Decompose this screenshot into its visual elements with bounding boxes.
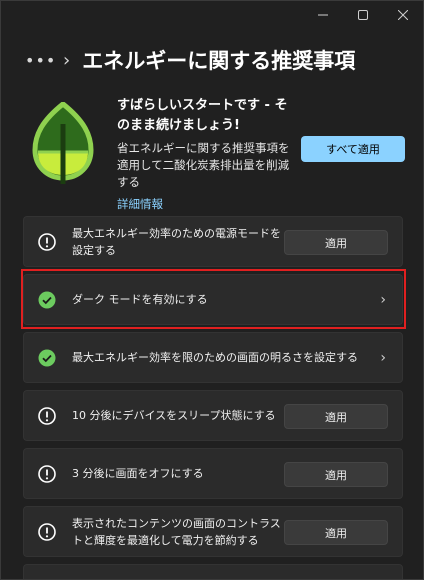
title-bar xyxy=(303,1,423,29)
minimize-icon xyxy=(318,14,328,16)
apply-all-button[interactable]: すべて適用 xyxy=(301,136,405,162)
apply-button[interactable]: 適用 xyxy=(284,520,388,545)
more-options-button[interactable]: ••• xyxy=(25,51,55,70)
apply-button[interactable]: 適用 xyxy=(284,230,388,255)
close-button[interactable] xyxy=(383,1,423,29)
breadcrumb-chevron-icon: › xyxy=(63,49,71,71)
info-icon xyxy=(38,465,56,483)
page-title: エネルギーに関する推奨事項 xyxy=(82,49,356,73)
maximize-icon xyxy=(358,10,368,20)
recommendation-sleep: 10 分後にデバイスをスリープ状態にする 適用 xyxy=(23,390,403,441)
recommendation-screen-brightness[interactable]: 最大エネルギー効率を限のための画面の明るさを設定する › xyxy=(23,332,403,383)
recommendation-power-mode: 最大エネルギー効率のための電源モードを設定する 適用 xyxy=(23,216,403,267)
recommendation-screen-off: 3 分後に画面をオフにする 適用 xyxy=(23,448,403,499)
hero-section: すばらしいスタートです - そのまま続けましょう! 省エネルギーに関する推奨事項… xyxy=(23,96,405,211)
energy-recommendations-window: ••• › エネルギーに関する推奨事項 すばらしいスタートです - そのまま続け… xyxy=(0,0,424,580)
recommendation-partial xyxy=(23,564,403,579)
selection-highlight xyxy=(21,269,406,329)
breadcrumb: ••• › エネルギーに関する推奨事項 xyxy=(25,45,413,75)
recommendation-label: 最大エネルギー効率を限のための画面の明るさを設定する xyxy=(72,351,358,364)
learn-more-link[interactable]: 詳細情報 xyxy=(117,196,163,212)
recommendation-label: 最大エネルギー効率のための電源モードを設定する xyxy=(72,226,281,257)
chevron-right-icon: › xyxy=(380,350,386,366)
minimize-button[interactable] xyxy=(303,1,343,29)
recommendation-label: 3 分後に画面をオフにする xyxy=(72,467,204,480)
recommendation-contrast: 表示されたコンテンツの画面のコントラストと輝度を最適化して電力を節約する 適用 xyxy=(23,506,403,557)
hero-description: 省エネルギーに関する推奨事項を適用して二酸化炭素排出量を削減する xyxy=(117,141,290,189)
info-icon xyxy=(38,233,56,251)
info-icon xyxy=(38,407,56,425)
hero-title: すばらしいスタートです - そのまま続けましょう! xyxy=(117,98,288,133)
recommendation-label: 10 分後にデバイスをスリープ状態にする xyxy=(72,409,276,422)
apply-button[interactable]: 適用 xyxy=(284,404,388,429)
leaf-icon xyxy=(32,102,94,184)
maximize-button[interactable] xyxy=(343,1,383,29)
close-icon xyxy=(398,10,408,20)
apply-button[interactable]: 適用 xyxy=(284,462,388,487)
recommendation-label: 表示されたコンテンツの画面のコントラストと輝度を最適化して電力を節約する xyxy=(72,516,281,547)
checkmark-icon xyxy=(38,349,56,367)
info-icon xyxy=(38,523,56,541)
